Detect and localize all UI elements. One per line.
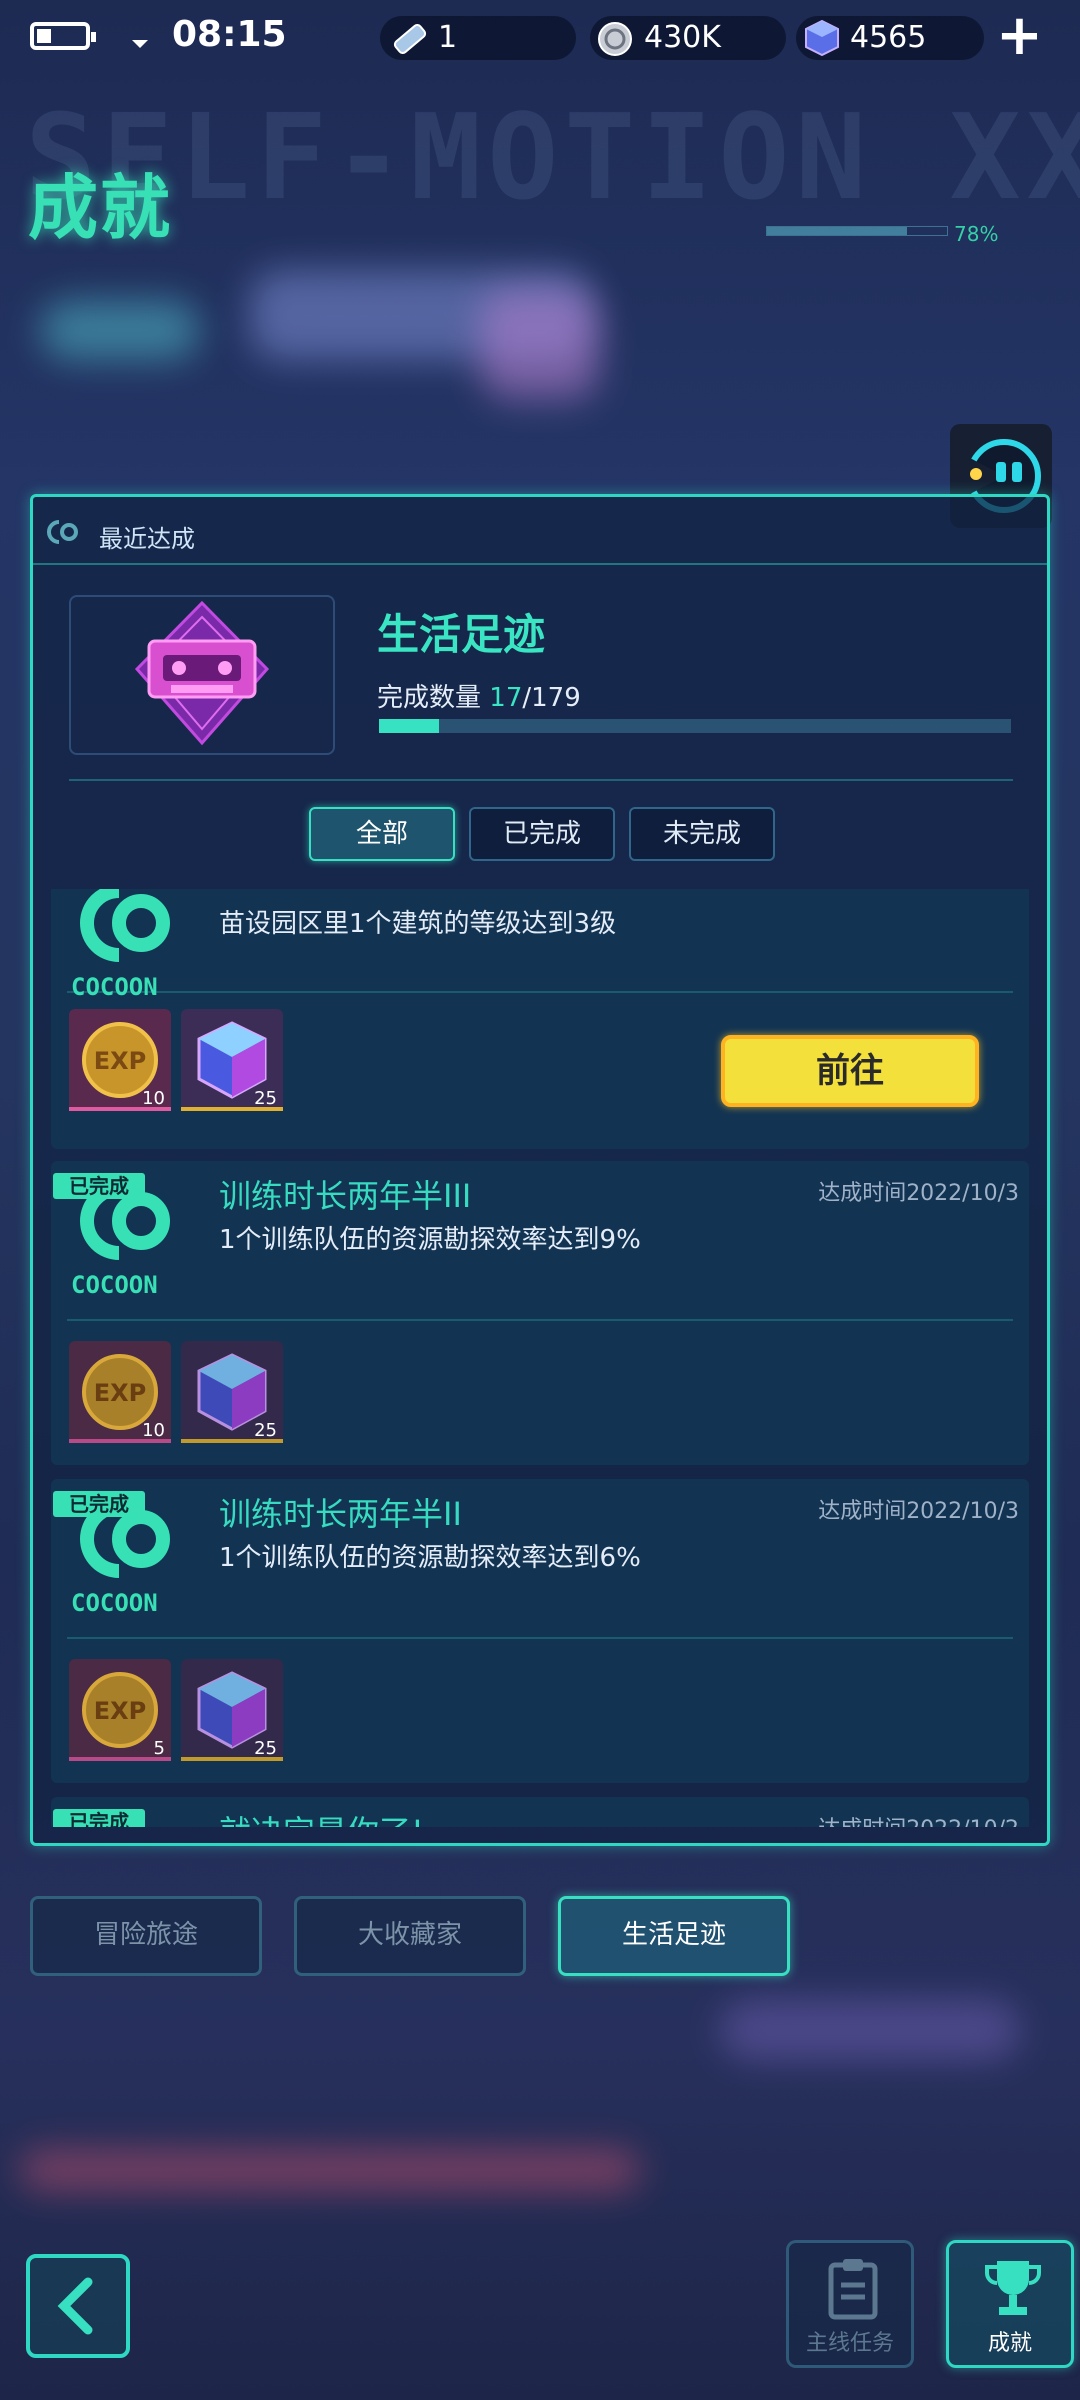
- achievement-date: 达成时间2022/10/3: [818, 1181, 1019, 1206]
- reward-gem[interactable]: 25: [181, 1659, 283, 1761]
- divider: [69, 779, 1013, 781]
- title-progress-bar: [766, 226, 948, 236]
- achievement-desc: 1个训练队伍的资源勘探效率达到9%: [219, 1225, 641, 1255]
- recent-badge-icon: [47, 520, 78, 544]
- achievement-date: 达成时间2022/10/3: [818, 1499, 1019, 1524]
- reward-gem[interactable]: 25: [181, 1009, 283, 1111]
- achievement-panel: 最近达成 生活足迹 完成数量 17/179 全部 已完成 未完成 COCOON: [30, 494, 1050, 1846]
- reward-exp[interactable]: EXP 10: [69, 1341, 171, 1443]
- achievement-desc: 1个训练队伍的资源勘探效率达到6%: [219, 1543, 641, 1573]
- background-watermark: SELF-MOTION XX: [25, 88, 1080, 226]
- recent-label: 最近达成: [99, 525, 195, 553]
- page-title: 成就: [28, 167, 172, 249]
- filter-tabs: 全部 已完成 未完成: [33, 807, 1047, 863]
- svg-text:EXP: EXP: [94, 1379, 147, 1407]
- achievement-card: COCOON 已完成 训练时长两年半III 达成时间2022/10/3 1个训练…: [51, 1161, 1029, 1465]
- filter-incomplete[interactable]: 未完成: [629, 807, 775, 861]
- category-tab-collector[interactable]: 大收藏家: [294, 1896, 526, 1976]
- coin-value: 430K: [644, 20, 721, 55]
- gem-value: 4565: [850, 20, 927, 55]
- chevron-left-icon: [57, 2277, 93, 2335]
- battery-icon: [30, 22, 96, 50]
- bg-blur: [20, 2150, 640, 2190]
- reward-exp[interactable]: EXP 10: [69, 1009, 171, 1111]
- filter-completed[interactable]: 已完成: [469, 807, 615, 861]
- achievement-card: COCOON 苗设园区里1个建筑的等级达到3级 EXP 10 25 前往: [51, 889, 1029, 1149]
- gem-counter[interactable]: 4565: [796, 16, 984, 60]
- achievement-date: 达成时间2022/10/2: [818, 1811, 1019, 1827]
- title-progress-percent: 78%: [954, 222, 999, 246]
- category-tab-life[interactable]: 生活足迹: [558, 1896, 790, 1976]
- coin-counter[interactable]: 430K: [590, 16, 786, 60]
- reward-amount: 25: [254, 1738, 277, 1759]
- completed-tag: 已完成: [53, 1491, 145, 1517]
- reward-exp[interactable]: EXP 5: [69, 1659, 171, 1761]
- category-title: 生活足迹: [377, 610, 546, 659]
- divider: [67, 1637, 1013, 1639]
- filter-all[interactable]: 全部: [309, 807, 455, 861]
- coin-icon: [598, 22, 632, 56]
- gem-cube-icon: [805, 19, 839, 57]
- svg-text:EXP: EXP: [94, 1697, 147, 1725]
- category-badge: [69, 595, 335, 755]
- achievement-card: 已完成 就决定是你了! 达成时间2022/10/2: [51, 1797, 1029, 1827]
- svg-text:COCOON: COCOON: [71, 1271, 158, 1299]
- add-currency-button[interactable]: +: [996, 8, 1043, 64]
- category-tab-adventure[interactable]: 冒险旅途: [30, 1896, 262, 1976]
- go-button[interactable]: 前往: [721, 1035, 979, 1107]
- ticket-value: 1: [438, 20, 458, 55]
- ticket-counter[interactable]: 1: [380, 16, 576, 60]
- cocoon-logo-icon: COCOON: [71, 889, 170, 1001]
- achievement-title: 训练时长两年半III: [219, 1177, 472, 1215]
- divider: [67, 1319, 1013, 1321]
- svg-text:COCOON: COCOON: [71, 1589, 158, 1617]
- achievement-desc: 苗设园区里1个建筑的等级达到3级: [219, 909, 617, 939]
- ticket-icon: [393, 23, 427, 55]
- achievement-title: 就决定是你了!: [219, 1807, 424, 1827]
- reward-amount: 25: [254, 1420, 277, 1441]
- bg-blur: [480, 290, 600, 400]
- count-label: 完成数量: [377, 683, 482, 713]
- count-total: /179: [522, 683, 581, 713]
- bg-blur: [40, 300, 200, 360]
- achievements-nav-label: 成就: [987, 2331, 1032, 2356]
- completed-tag: 已完成: [53, 1173, 145, 1199]
- trophy-icon: [985, 2261, 1041, 2315]
- achievement-list[interactable]: COCOON 苗设园区里1个建筑的等级达到3级 EXP 10 25 前往 COC…: [51, 889, 1029, 1827]
- achievements-nav-button[interactable]: 成就: [946, 2240, 1074, 2368]
- reward-gem[interactable]: 25: [181, 1341, 283, 1443]
- achievement-card: COCOON 已完成 训练时长两年半II 达成时间2022/10/3 1个训练队…: [51, 1479, 1029, 1783]
- svg-text:EXP: EXP: [94, 1047, 147, 1075]
- cassette-badge-icon: [134, 600, 270, 746]
- svg-text:COCOON: COCOON: [71, 973, 158, 1001]
- main-task-button[interactable]: 主线任务: [786, 2240, 914, 2368]
- back-button[interactable]: [26, 2254, 130, 2358]
- clipboard-icon: [828, 2259, 878, 2320]
- completion-progress-bar: [379, 719, 1011, 733]
- reward-amount: 25: [254, 1088, 277, 1109]
- main-task-label: 主线任务: [805, 2331, 894, 2356]
- reward-amount: 5: [153, 1738, 165, 1759]
- reward-amount: 10: [142, 1420, 165, 1441]
- clock: 08:15: [172, 14, 287, 55]
- reward-amount: 10: [142, 1088, 165, 1109]
- divider: [67, 991, 1013, 993]
- count-done: 17: [489, 683, 523, 713]
- achievement-title: 训练时长两年半II: [219, 1495, 462, 1533]
- panel-header: 最近达成: [33, 497, 1047, 565]
- status-bar: 08:15 1 430K 4565 +: [0, 0, 1080, 76]
- signal-icon: [132, 40, 148, 48]
- completion-count: 完成数量 17/179: [377, 677, 581, 714]
- bg-blur: [720, 2000, 1020, 2060]
- completed-tag: 已完成: [53, 1809, 145, 1827]
